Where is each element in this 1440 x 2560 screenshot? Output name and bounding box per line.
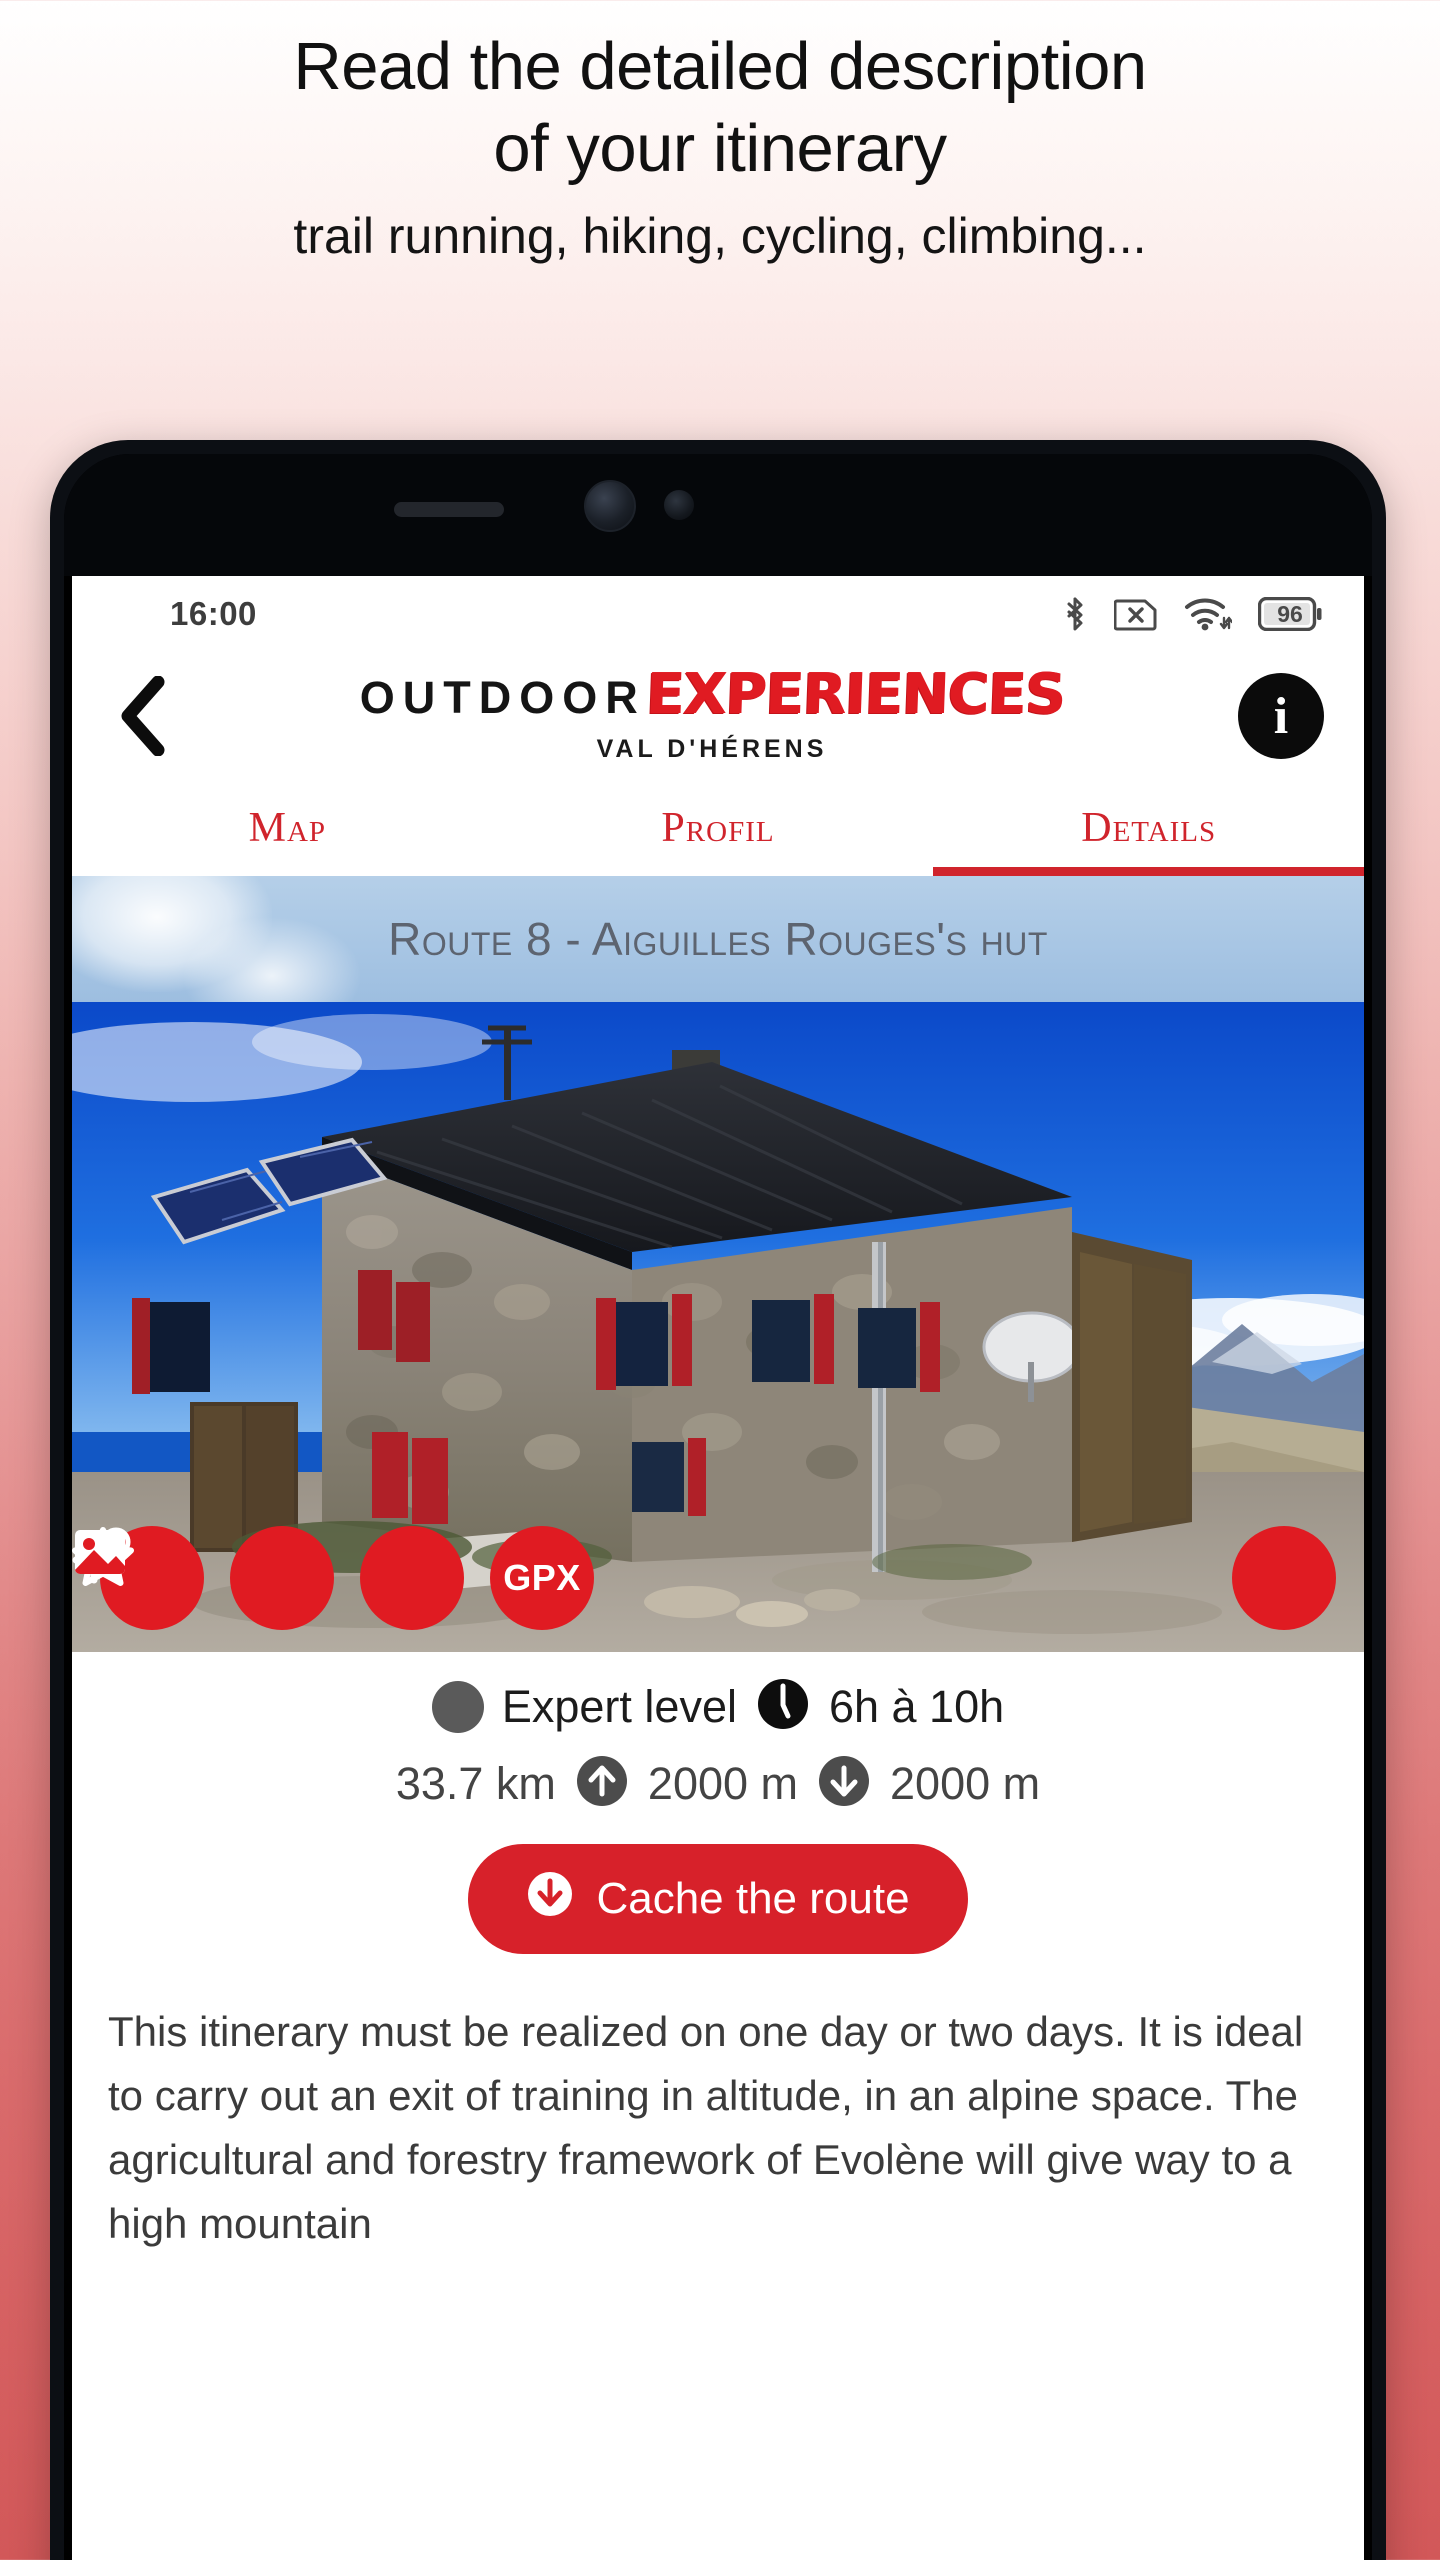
phone-mockup: 16:00 96 OUTDOOR EXPERIENCES VAL D'HÉREN…: [50, 440, 1386, 2560]
route-title: Route 8 - Aiguilles Rouges's hut: [388, 913, 1048, 965]
logo-primary-text: OUTDOOR: [359, 672, 646, 723]
battery-icon: 96: [1258, 597, 1322, 631]
tab-profil[interactable]: Profil: [503, 780, 934, 876]
promo-subtitle: trail running, hiking, cycling, climbing…: [293, 208, 1147, 264]
app-logo: OUTDOOR EXPERIENCES VAL D'HÉRENS: [186, 662, 1238, 764]
route-description: This itinerary must be realized on one d…: [108, 2008, 1304, 2247]
tab-map[interactable]: Map: [72, 780, 503, 876]
phone-notch: [64, 454, 1372, 576]
clock-icon: [755, 1676, 811, 1737]
descent-icon: [816, 1753, 872, 1814]
tab-details[interactable]: Details: [933, 780, 1364, 876]
back-button[interactable]: [102, 674, 186, 758]
earpiece-speaker: [394, 502, 504, 517]
difficulty-label: Expert level: [501, 1680, 737, 1732]
logo-subtitle: VAL D'HÉRENS: [596, 735, 828, 763]
battery-percent: 96: [1277, 600, 1303, 627]
ascent-label: 2000 m: [647, 1757, 799, 1809]
logo-accent-text: EXPERIENCES: [644, 662, 1066, 727]
status-icons: 96: [1062, 595, 1322, 633]
cloud-decoration-2: [182, 916, 362, 1002]
front-camera-icon: [584, 480, 636, 532]
phone-body: 16:00 96 OUTDOOR EXPERIENCES VAL D'HÉREN…: [64, 454, 1372, 2560]
descent-label: 2000 m: [890, 1757, 1041, 1809]
promo-title-line2: of your itinerary: [493, 111, 947, 186]
wifi-icon: [1184, 595, 1232, 633]
difficulty-dot-icon: [431, 1680, 484, 1733]
action-button-row: GPX: [72, 1526, 1364, 1630]
gpx-button[interactable]: GPX: [490, 1526, 594, 1630]
ascent-icon: [574, 1753, 630, 1814]
distance-label: 33.7 km: [395, 1757, 556, 1809]
cache-button-label: Cache the route: [596, 1874, 910, 1923]
route-stats: Expert level 6h à 10h 33.7 km 2000 m 200…: [72, 1652, 1364, 1954]
info-icon: i: [1273, 687, 1289, 745]
info-button[interactable]: i: [1238, 673, 1324, 759]
gallery-button[interactable]: [75, 1526, 1336, 1630]
promo-title-line1: Read the detailed description: [293, 29, 1147, 104]
gpx-label: GPX: [503, 1557, 581, 1598]
stat-row-secondary: 33.7 km 2000 m 2000 m: [72, 1753, 1364, 1814]
bluetooth-icon: [1062, 595, 1088, 633]
status-time: 16:00: [170, 595, 257, 632]
favorite-button[interactable]: [72, 1526, 334, 1630]
sensor-icon: [664, 490, 694, 520]
phone-screen: 16:00 96 OUTDOOR EXPERIENCES VAL D'HÉREN…: [72, 576, 1364, 2560]
cache-route-button[interactable]: Cache the route: [468, 1844, 968, 1954]
cache-button-wrap: Cache the route: [72, 1844, 1364, 1954]
duration-label: 6h à 10h: [828, 1680, 1005, 1732]
promo-header: Read the detailed description of your it…: [0, 0, 1440, 266]
route-title-banner: Route 8 - Aiguilles Rouges's hut: [72, 876, 1364, 1002]
tab-bar: Map Profil Details: [72, 780, 1364, 876]
app-header: OUTDOOR EXPERIENCES VAL D'HÉRENS i: [72, 652, 1364, 780]
stat-row-primary: Expert level 6h à 10h: [72, 1676, 1364, 1737]
route-hero-photo[interactable]: GPX: [72, 1002, 1364, 1652]
add-to-planner-button[interactable]: [72, 1526, 464, 1630]
status-bar: 16:00 96: [72, 576, 1364, 652]
sim-card-disabled-icon: [1114, 596, 1158, 632]
download-icon: [526, 1870, 574, 1929]
